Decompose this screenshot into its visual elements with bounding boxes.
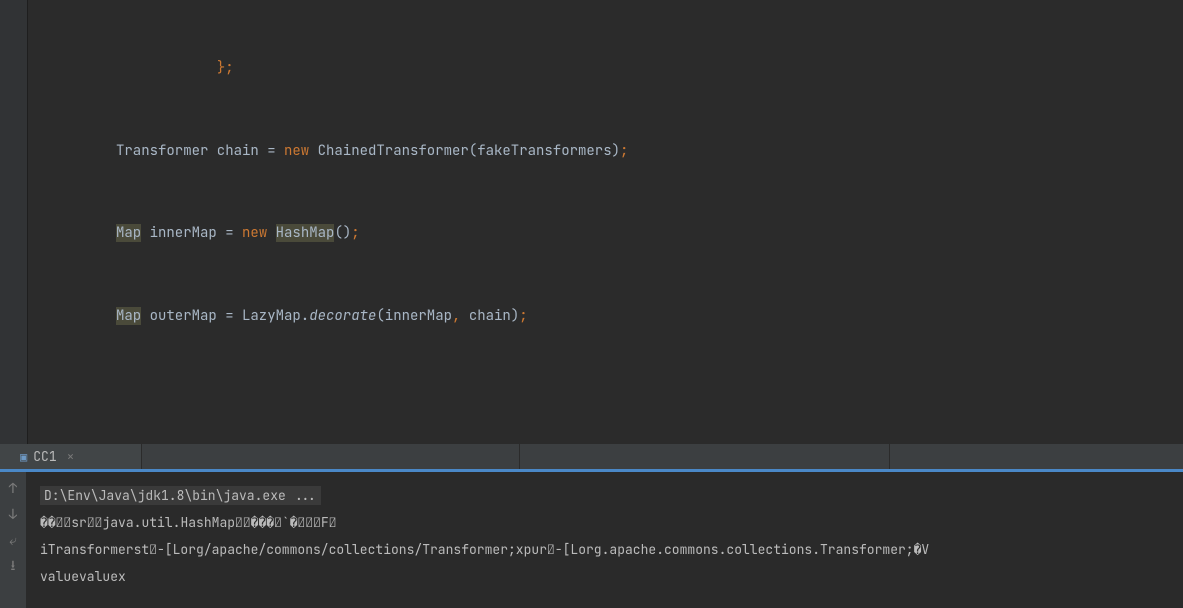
code-text: Transformer chain =: [116, 142, 284, 160]
type-map: Map: [116, 224, 141, 242]
console-exec-path: D:\Env\Java\jdk1.8\bin\java.exe ...: [40, 486, 321, 505]
code-text: chain): [460, 307, 519, 325]
method-decorate: decorate: [309, 307, 376, 325]
scroll-to-end-icon[interactable]: ⭳: [4, 558, 22, 576]
editor-gutter: [0, 0, 28, 444]
semicolon: ;: [351, 224, 359, 242]
scroll-up-icon[interactable]: ↑: [4, 480, 22, 498]
run-tab-label: CC1: [33, 448, 56, 465]
run-tab-cc1[interactable]: ▣ CC1 ×: [0, 444, 142, 469]
keyword-new: new: [242, 224, 267, 242]
code-text: };: [217, 59, 234, 77]
console-toolbar: ↑ ↓ ⤶ ⭳: [0, 472, 26, 608]
console-line: valuevaluex: [40, 568, 126, 585]
editor-area: }; Transformer chain = new ChainedTransf…: [0, 0, 1183, 444]
console-output[interactable]: D:\Env\Java\jdk1.8\bin\java.exe ... ��  …: [26, 472, 1183, 608]
code-text: outerMap = LazyMap.: [141, 307, 309, 325]
code-text: (): [334, 224, 351, 242]
console-line: ��  sr  java.util.HashMap  ��� `�   F : [40, 514, 337, 531]
run-tab-slot-2[interactable]: [142, 444, 520, 469]
class-hashmap: HashMap: [276, 224, 335, 242]
semicolon: ;: [620, 142, 628, 160]
close-icon[interactable]: ×: [67, 448, 75, 465]
code-text: [116, 59, 217, 77]
keyword-new: new: [284, 142, 309, 160]
type-map: Map: [116, 307, 141, 325]
soft-wrap-icon[interactable]: ⤶: [4, 532, 22, 550]
run-config-icon: ▣: [20, 449, 27, 465]
code-text: (innerMap: [376, 307, 452, 325]
code-text: ChainedTransformer(fakeTransformers): [309, 142, 620, 160]
console-body: ↑ ↓ ⤶ ⭳ D:\Env\Java\jdk1.8\bin\java.exe …: [0, 472, 1183, 608]
scroll-down-icon[interactable]: ↓: [4, 506, 22, 524]
code-area[interactable]: }; Transformer chain = new ChainedTransf…: [28, 0, 1183, 444]
run-tab-slot-3[interactable]: [520, 444, 890, 469]
semicolon: ;: [519, 307, 527, 325]
console-line: iTransformerst -[Lorg/apache/commons/col…: [40, 541, 929, 558]
code-text: innerMap =: [141, 224, 242, 242]
run-panel: ▣ CC1 × ↑ ↓ ⤶ ⭳ D:\Env\Java\jdk1.8\bin\j…: [0, 444, 1183, 608]
run-tab-bar: ▣ CC1 ×: [0, 444, 1183, 472]
